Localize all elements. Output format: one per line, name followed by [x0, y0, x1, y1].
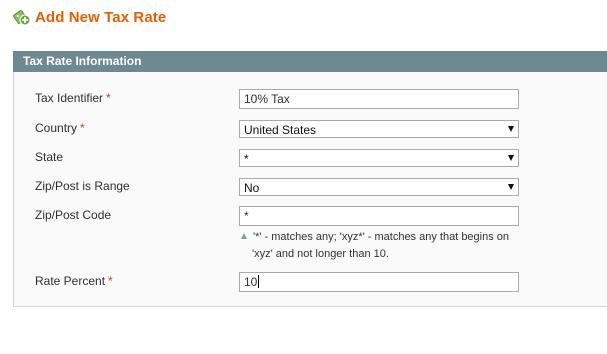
rate-percent-input[interactable]: 10	[239, 272, 519, 292]
fieldset-legend: Tax Rate Information	[13, 51, 607, 72]
zip-code-label: Zip/Post Code	[35, 208, 112, 222]
page-header: Add New Tax Rate	[12, 6, 166, 28]
required-marker: *	[80, 121, 85, 135]
tax-rate-add-icon	[12, 7, 32, 27]
zip-code-note: '*' - matches any; 'xyz*' - matches any …	[241, 229, 531, 263]
tax-identifier-value: 10% Tax	[244, 92, 290, 106]
zip-range-label: Zip/Post is Range	[35, 179, 130, 193]
chevron-down-icon	[508, 155, 514, 161]
tax-identifier-label: Tax Identifier *	[35, 91, 111, 106]
state-select-value: *	[244, 152, 249, 166]
page-title: Add New Tax Rate	[35, 8, 167, 26]
state-label: State	[35, 150, 64, 164]
note-arrow-icon	[241, 233, 247, 239]
rate-percent-label-text: Rate Percent	[35, 274, 106, 288]
country-label-text: Country	[35, 121, 78, 135]
country-select-value: United States	[244, 123, 317, 137]
zip-code-value: *	[244, 209, 249, 223]
zip-code-note-line2: 'xyz' and not longer than 10.	[252, 248, 389, 260]
rate-percent-value: 10	[244, 275, 258, 289]
text-cursor	[258, 275, 260, 288]
rate-percent-label: Rate Percent *	[35, 274, 113, 289]
zip-range-select-value: No	[244, 181, 260, 195]
country-label: Country *	[35, 121, 85, 136]
chevron-down-icon	[508, 184, 514, 190]
required-marker: *	[108, 274, 113, 288]
country-select[interactable]: United States	[239, 120, 519, 138]
tax-identifier-label-text: Tax Identifier	[35, 91, 104, 105]
zip-code-note-line1: '*' - matches any; 'xyz*' - matches any …	[253, 231, 510, 243]
required-marker: *	[106, 91, 111, 105]
chevron-down-icon	[508, 126, 514, 132]
zip-range-select[interactable]: No	[239, 178, 519, 196]
zip-code-input[interactable]: *	[239, 206, 519, 226]
tax-identifier-input[interactable]: 10% Tax	[239, 89, 519, 109]
state-select[interactable]: *	[239, 149, 519, 167]
